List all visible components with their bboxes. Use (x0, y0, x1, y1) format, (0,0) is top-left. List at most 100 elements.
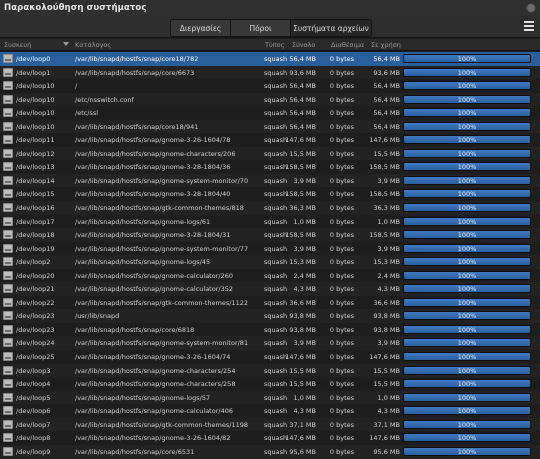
table-row[interactable]: /dev/loop24/var/lib/snapd/hostfs/snap/gn… (0, 336, 540, 351)
cell-type: squash (264, 176, 288, 185)
cell-used: 56,4 MB (373, 122, 400, 131)
table-row[interactable]: /dev/loop20/var/lib/snapd/hostfs/snap/gn… (0, 269, 540, 283)
table-row[interactable]: /dev/loop10/var/lib/snapd/hostfs/snap/co… (0, 119, 540, 134)
table-row[interactable]: /dev/loop14/var/lib/snapd/hostfs/snap/gn… (0, 173, 540, 188)
table-row[interactable]: /dev/loop0/var/lib/snapd/hostfs/snap/cor… (0, 52, 540, 66)
cell-available: 0 bytes (329, 325, 354, 334)
cell-type: squash (264, 244, 288, 253)
table-row[interactable]: /dev/loop7/var/lib/snapd/hostfs/snap/gtk… (0, 417, 540, 432)
column-header-used[interactable]: Σε χρήση (371, 41, 401, 49)
table-row[interactable]: /dev/loop23/var/lib/snapd/hostfs/snap/co… (0, 323, 540, 337)
table-row[interactable]: /dev/loop4/var/lib/snapd/hostfs/snap/gno… (0, 377, 540, 391)
drive-harddisk-icon (3, 148, 13, 158)
usage-percent: 100% (457, 312, 477, 321)
table-row[interactable]: /dev/loop5/var/lib/snapd/hostfs/snap/gno… (0, 390, 540, 405)
cell-total: 3,9 MB (293, 244, 316, 253)
table-row[interactable]: /dev/loop6/var/lib/snapd/hostfs/snap/gno… (0, 404, 540, 418)
drive-harddisk-icon (3, 94, 13, 104)
cell-directory: /var/lib/snapd/hostfs/snap/gnome-3-28-18… (75, 231, 231, 240)
cell-used: 15,5 MB (373, 366, 400, 375)
cell-device: /dev/loop9 (16, 447, 51, 456)
cell-device: /dev/loop12 (16, 149, 55, 158)
cell-device: /dev/loop13 (16, 163, 55, 172)
table-row[interactable]: /dev/loop22/var/lib/snapd/hostfs/snap/gt… (0, 296, 540, 310)
table-row[interactable]: /dev/loop21/var/lib/snapd/hostfs/snap/gn… (0, 282, 540, 296)
usage-percent: 100% (457, 353, 477, 362)
table-row[interactable]: /dev/loop2/var/lib/snapd/hostfs/snap/gno… (0, 255, 540, 269)
table-row[interactable]: /dev/loop13/var/lib/snapd/hostfs/snap/gn… (0, 160, 540, 174)
table-row[interactable]: /dev/loop9/var/lib/snapd/hostfs/snap/cor… (0, 444, 540, 459)
cell-device: /dev/loop1 (16, 68, 51, 77)
usage-bar: 100% (403, 365, 531, 375)
table-row[interactable]: /dev/loop10/etc/nsswitch.conf squash 56,4 … (0, 92, 540, 107)
cell-type: squash (264, 366, 288, 375)
column-header-directory[interactable]: Κατάλογος (75, 41, 111, 49)
cell-available: 0 bytes (329, 366, 354, 375)
table-row[interactable]: /dev/loop16/var/lib/snapd/hostfs/snap/gt… (0, 201, 540, 215)
usage-bar: 100% (403, 148, 531, 158)
table-row[interactable]: /dev/loop18/var/lib/snapd/hostfs/snap/gn… (0, 228, 540, 242)
usage-percent: 100% (457, 204, 477, 213)
usage-bar: 100% (403, 406, 531, 416)
table-row[interactable]: /dev/loop19/var/lib/snapd/hostfs/snap/gn… (0, 242, 540, 256)
table-row[interactable]: /dev/loop15/var/lib/snapd/hostfs/snap/gn… (0, 187, 540, 201)
cell-total: 56,4 MB (289, 122, 316, 131)
table-row[interactable]: /dev/loop1/var/lib/snapd/hostfs/snap/cor… (0, 65, 540, 80)
column-header-device[interactable]: Συσκευή (4, 41, 31, 49)
drive-harddisk-icon (3, 135, 13, 145)
cell-directory: / (75, 82, 78, 91)
cell-available: 0 bytes (329, 122, 354, 131)
usage-bar: 100% (403, 297, 531, 307)
drive-harddisk-icon (3, 392, 13, 402)
cell-directory: /var/lib/snapd/hostfs/snap/core/6531 (75, 447, 195, 456)
cell-type: squash (264, 163, 288, 172)
tab-processes[interactable]: Διεργασίες (171, 20, 231, 36)
cell-used: 56,4 MB (373, 95, 400, 104)
close-window-button[interactable] (526, 3, 536, 13)
column-header-total[interactable]: Σύνολο (292, 41, 315, 49)
cell-type: squash (264, 136, 288, 145)
cell-type: squash (264, 339, 288, 348)
sort-descending-icon (63, 42, 69, 46)
cell-device: /dev/loop21 (16, 285, 55, 294)
cell-used: 36,6 MB (373, 298, 400, 307)
cell-total: 36,3 MB (289, 204, 316, 213)
table-row[interactable]: /dev/loop8/var/lib/snapd/hostfs/snap/gno… (0, 431, 540, 445)
cell-total: 147,6 MB (285, 434, 316, 443)
table-row[interactable]: /dev/loop12/var/lib/snapd/hostfs/snap/gn… (0, 146, 540, 161)
drive-harddisk-icon (3, 243, 13, 253)
column-header-type[interactable]: Τύπος (265, 41, 284, 49)
window-titlebar: Παρακολούθηση συστήματος (0, 0, 540, 16)
drive-harddisk-icon (3, 67, 13, 77)
cell-device: /dev/loop14 (16, 176, 55, 185)
drive-harddisk-icon (3, 257, 13, 267)
usage-bar: 100% (403, 108, 531, 118)
cell-directory: /var/lib/snapd/hostfs/snap/gnome-charact… (75, 149, 236, 158)
table-row[interactable]: /dev/loop23/usr/lib/snapd squash 93,8 MB 0 … (0, 309, 540, 323)
drive-harddisk-icon (3, 365, 13, 375)
cell-used: 93,8 MB (373, 325, 400, 334)
cell-available: 0 bytes (329, 190, 354, 199)
table-row[interactable]: /dev/loop10/etc/ssl squash 56,4 MB 0 bytes 5… (0, 106, 540, 120)
tab-resources[interactable]: Πόροι (231, 20, 291, 36)
cell-device: /dev/loop10 (16, 122, 55, 131)
cell-type: squash (264, 353, 288, 362)
column-header-available[interactable]: Διαθέσιμα (331, 41, 364, 49)
table-row[interactable]: /dev/loop25/var/lib/snapd/hostfs/snap/gn… (0, 350, 540, 364)
table-row[interactable]: /dev/loop10/squash 56,4 MB 0 bytes 56,4 MB 1… (0, 79, 540, 93)
cell-used: 4,3 MB (377, 285, 400, 294)
usage-bar: 100% (403, 352, 531, 362)
cell-used: 3,9 MB (377, 176, 400, 185)
usage-percent: 100% (457, 258, 477, 267)
cell-directory: /usr/lib/snapd (75, 312, 120, 321)
table-row[interactable]: /dev/loop17/var/lib/snapd/hostfs/snap/gn… (0, 215, 540, 229)
table-row[interactable]: /dev/loop3/var/lib/snapd/hostfs/snap/gno… (0, 363, 540, 378)
table-row[interactable]: /dev/loop11/var/lib/snapd/hostfs/snap/gn… (0, 133, 540, 147)
cell-total: 2,4 MB (293, 271, 316, 280)
cell-available: 0 bytes (329, 217, 354, 226)
drive-harddisk-icon (3, 230, 13, 240)
tab-file-systems[interactable]: Συστήματα αρχείων (291, 20, 371, 36)
cell-used: 37,1 MB (373, 420, 400, 429)
cell-device: /dev/loop10 (16, 82, 55, 91)
hamburger-menu-icon[interactable] (524, 21, 534, 31)
